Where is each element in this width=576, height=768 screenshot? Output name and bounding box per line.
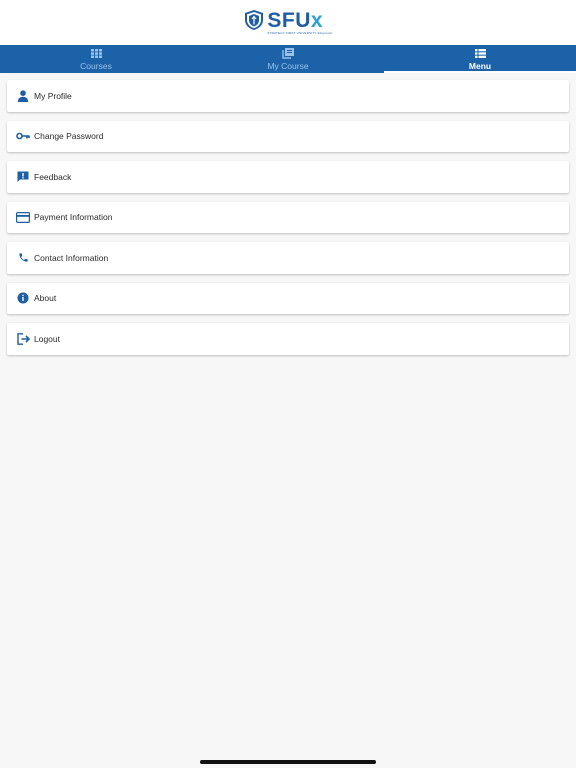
menu-item-label: My Profile	[34, 90, 72, 101]
tab-courses[interactable]: Courses	[0, 45, 192, 73]
app-header: SFUx STRATEGY FIRST UNIVERSITY Extension	[0, 0, 576, 45]
menu-item-label: Feedback	[34, 171, 72, 182]
menu-item-label: Logout	[34, 333, 60, 344]
feedback-icon	[16, 170, 30, 184]
person-icon	[16, 89, 30, 103]
info-icon	[16, 291, 30, 305]
logo-subtitle: STRATEGY FIRST UNIVERSITY Extension	[267, 31, 333, 35]
credit-card-icon	[16, 210, 30, 224]
menu-item-label: Payment Information	[34, 212, 113, 223]
grid-icon	[89, 48, 103, 59]
phone-icon	[16, 251, 30, 265]
tab-my-course-label: My Course	[267, 60, 309, 71]
tab-bar: Courses My Course Menu	[0, 45, 576, 73]
logout-icon	[16, 332, 30, 346]
menu-item-my-profile[interactable]: My Profile	[7, 80, 569, 112]
home-indicator[interactable]	[200, 760, 376, 764]
menu-item-about[interactable]: About	[7, 282, 569, 314]
menu-item-label: Change Password	[34, 131, 104, 142]
list-icon	[473, 48, 487, 59]
menu-item-change-password[interactable]: Change Password	[7, 120, 569, 152]
menu-item-payment-information[interactable]: Payment Information	[7, 201, 569, 233]
logo-wordmark-accent: x	[310, 9, 324, 32]
key-icon	[16, 129, 30, 143]
menu-list: My Profile Change Password Feedback Paym…	[7, 80, 569, 355]
book-stack-icon	[281, 47, 295, 59]
tab-my-course[interactable]: My Course	[192, 45, 384, 73]
tab-courses-label: Courses	[80, 60, 112, 71]
logo-wordmark: SFU	[267, 9, 311, 32]
menu-item-label: About	[34, 293, 57, 304]
menu-item-logout[interactable]: Logout	[7, 323, 569, 355]
tab-menu-label: Menu	[468, 60, 492, 71]
menu-item-feedback[interactable]: Feedback	[7, 161, 569, 193]
shield-icon	[243, 9, 265, 36]
menu-item-label: Contact Information	[34, 252, 109, 263]
tab-menu[interactable]: Menu	[384, 45, 576, 73]
menu-item-contact-information[interactable]: Contact Information	[7, 242, 569, 274]
sfux-logo: SFUx STRATEGY FIRST UNIVERSITY Extension	[243, 9, 332, 36]
